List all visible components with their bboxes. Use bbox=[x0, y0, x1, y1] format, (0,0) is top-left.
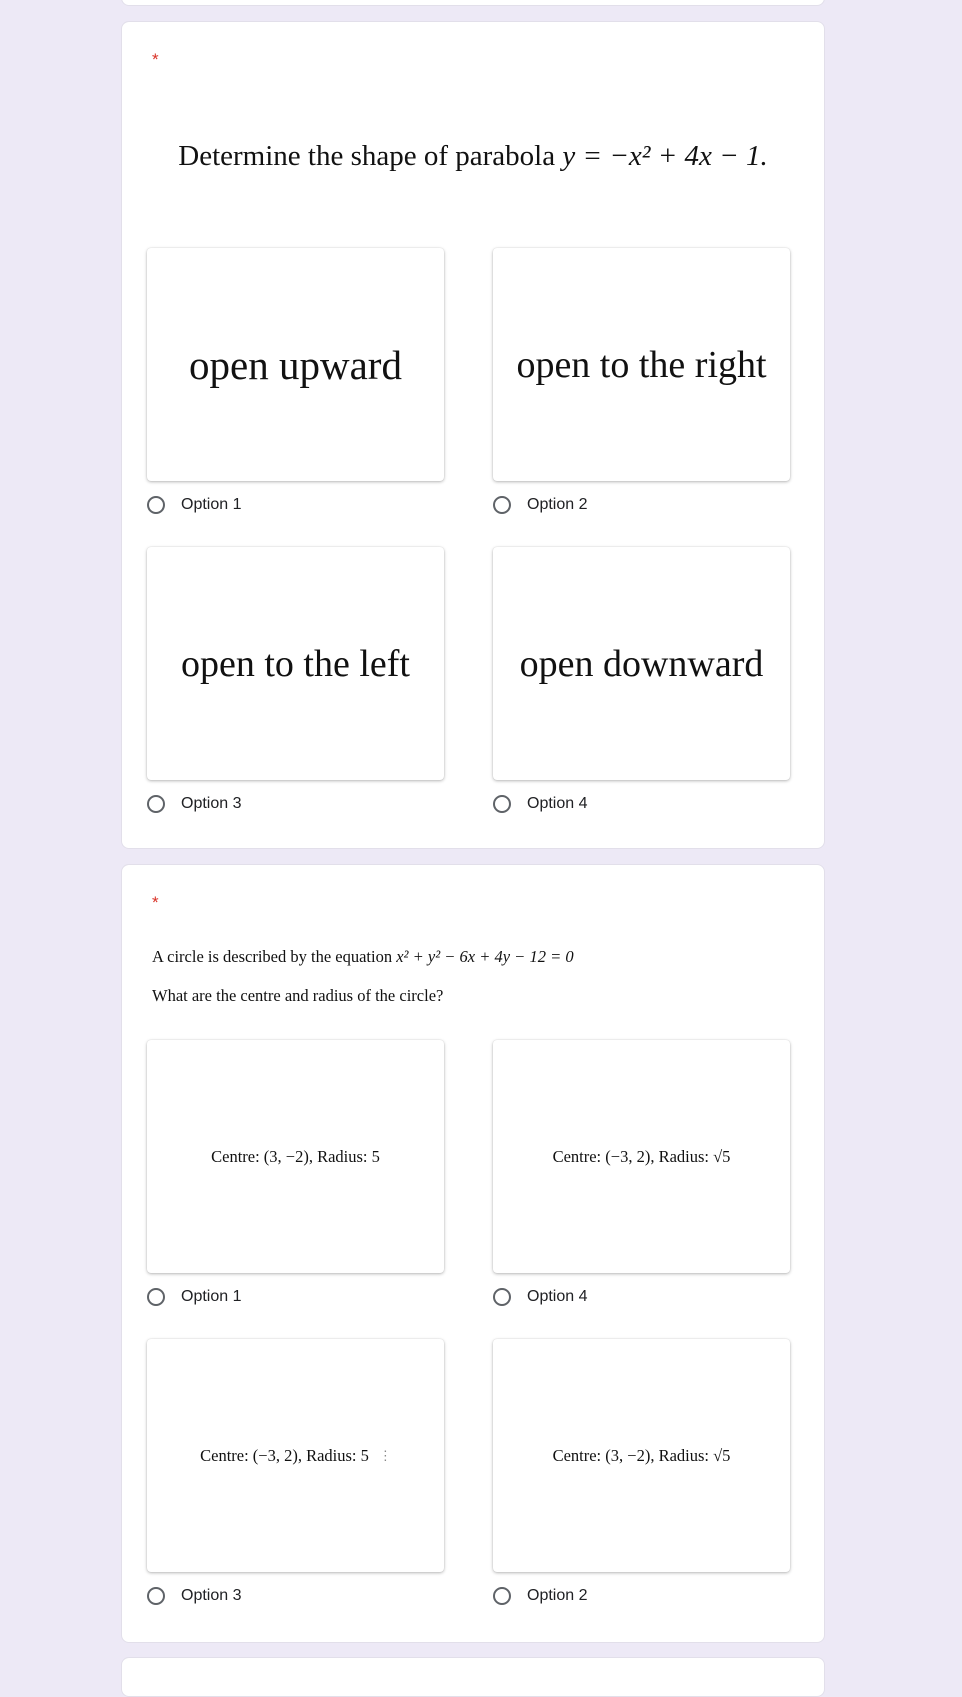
option-image-text: Centre: (3, −2), Radius: 5 bbox=[211, 1146, 380, 1166]
question-title-text: Determine the shape of parabola bbox=[178, 140, 563, 172]
question-line-1: A circle is described by the equation x²… bbox=[152, 947, 574, 967]
previous-question-card bbox=[121, 0, 825, 6]
option-label: Option 1 bbox=[181, 1288, 242, 1305]
option-label: Option 2 bbox=[527, 1587, 588, 1604]
option-image-text: open downward bbox=[519, 642, 764, 685]
option-label: Option 1 bbox=[181, 496, 242, 513]
option-label: Option 3 bbox=[181, 1587, 242, 1604]
next-question-card bbox=[121, 1657, 825, 1697]
radio-button-icon[interactable] bbox=[493, 1587, 511, 1605]
question-card-circle: * A circle is described by the equation … bbox=[121, 864, 825, 1643]
question-line-2: What are the centre and radius of the ci… bbox=[152, 986, 444, 1005]
option-image-text: Centre: (3, −2), Radius: √5 bbox=[552, 1445, 731, 1465]
option-image-tile[interactable]: open upward bbox=[147, 248, 444, 481]
option-radio-row[interactable]: Option 4 bbox=[493, 795, 587, 813]
option-radio-row[interactable]: Option 2 bbox=[493, 1587, 587, 1605]
option-image-tile[interactable]: Centre: (3, −2), Radius: √5 bbox=[493, 1339, 790, 1572]
radio-button-icon[interactable] bbox=[147, 496, 165, 514]
option-label: Option 2 bbox=[527, 496, 588, 513]
option-radio-row[interactable]: Option 3 bbox=[147, 795, 241, 813]
required-asterisk: * bbox=[152, 893, 159, 912]
question-equation: x² + y² − 6x + 4y − 12 = 0 bbox=[396, 947, 574, 966]
option-image-tile[interactable]: open to the left bbox=[147, 547, 444, 780]
option-label: Option 4 bbox=[527, 1288, 588, 1305]
question-title: Determine the shape of parabola y = −x² … bbox=[122, 140, 824, 173]
option-image-tile[interactable]: Centre: (−3, 2), Radius: √5 bbox=[493, 1040, 790, 1273]
radio-button-icon[interactable] bbox=[147, 1587, 165, 1605]
option-radio-row[interactable]: Option 1 bbox=[147, 496, 241, 514]
option-label: Option 4 bbox=[527, 795, 588, 812]
option-image-tile[interactable]: Centre: (−3, 2), Radius: 5 ⋮ bbox=[147, 1339, 444, 1572]
question-equation: y = −x² + 4x − 1. bbox=[562, 140, 768, 172]
radio-button-icon[interactable] bbox=[493, 795, 511, 813]
question-card-parabola: * Determine the shape of parabola y = −x… bbox=[121, 21, 825, 849]
option-radio-row[interactable]: Option 1 bbox=[147, 1288, 241, 1306]
radio-button-icon[interactable] bbox=[493, 496, 511, 514]
option-image-text: open upward bbox=[189, 341, 402, 388]
option-radio-row[interactable]: Option 4 bbox=[493, 1288, 587, 1306]
option-label: Option 3 bbox=[181, 795, 242, 812]
option-image-text: Centre: (−3, 2), Radius: √5 bbox=[552, 1146, 731, 1166]
option-image-text: open to the left bbox=[181, 642, 410, 685]
option-image-text: open to the right bbox=[516, 343, 767, 386]
image-overflow-dots-icon: ⋮ bbox=[378, 1447, 392, 1463]
option-radio-row[interactable]: Option 3 bbox=[147, 1587, 241, 1605]
question-text: A circle is described by the equation bbox=[152, 947, 397, 966]
required-asterisk: * bbox=[152, 50, 159, 69]
option-image-tile[interactable]: Centre: (3, −2), Radius: 5 bbox=[147, 1040, 444, 1273]
option-image-tile[interactable]: open to the right bbox=[493, 248, 790, 481]
option-image-text: Centre: (−3, 2), Radius: 5 bbox=[200, 1445, 369, 1465]
option-radio-row[interactable]: Option 2 bbox=[493, 496, 587, 514]
option-image-tile[interactable]: open downward bbox=[493, 547, 790, 780]
radio-button-icon[interactable] bbox=[493, 1288, 511, 1306]
radio-button-icon[interactable] bbox=[147, 1288, 165, 1306]
radio-button-icon[interactable] bbox=[147, 795, 165, 813]
